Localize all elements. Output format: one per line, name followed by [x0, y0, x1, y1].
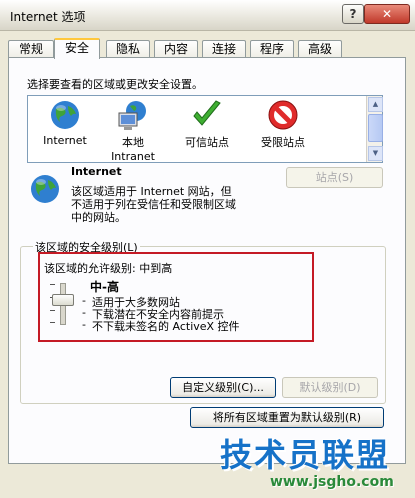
- internet-options-dialog: Internet 选项 ? ✕ 常规 安全 隐私 内容 连接 程序 高级 选择要…: [0, 0, 415, 498]
- selected-zone-globe-icon: [31, 175, 59, 203]
- zone-restricted-sites[interactable]: 受限站点: [250, 98, 316, 150]
- tab-general[interactable]: 常规: [8, 40, 54, 57]
- zone-label-intranet-line1: 本地: [122, 136, 144, 149]
- level-name: 中-高: [90, 280, 119, 294]
- watermark-logo: 技术员联盟 www.jsgho.com: [200, 430, 412, 498]
- zone-label-internet: Internet: [43, 134, 87, 147]
- allowed-level-label: 该区域的允许级别: 中到高: [44, 262, 173, 275]
- zone-label-trusted: 可信站点: [185, 136, 229, 149]
- scroll-up-icon[interactable]: ▲: [368, 97, 383, 112]
- custom-level-button[interactable]: 自定义级别(C)...: [170, 377, 276, 398]
- sites-button[interactable]: 站点(S): [286, 167, 383, 188]
- zone-trusted-sites[interactable]: 可信站点: [174, 98, 240, 150]
- tab-programs[interactable]: 程序: [250, 40, 294, 57]
- window-title: Internet 选项: [10, 10, 86, 24]
- checkmark-icon: [193, 100, 221, 126]
- help-button[interactable]: ?: [342, 4, 364, 24]
- zone-label-restricted: 受限站点: [261, 136, 305, 149]
- zones-prompt: 选择要查看的区域或更改安全设置。: [27, 78, 203, 91]
- zone-label-intranet-line2: Intranet: [111, 150, 155, 163]
- tab-security[interactable]: 安全: [54, 38, 100, 59]
- zone-internet[interactable]: Internet: [32, 98, 98, 147]
- tab-connections[interactable]: 连接: [202, 40, 246, 57]
- zone-list[interactable]: Internet 本地 Intranet 可信站点 受限站点 ▲ ▼: [27, 95, 383, 163]
- close-button[interactable]: ✕: [364, 4, 410, 24]
- level-bullet-3: 不下载未签名的 ActiveX 控件: [82, 318, 240, 334]
- selected-zone-name: Internet: [71, 165, 122, 178]
- globe-icon: [51, 101, 79, 129]
- no-entry-icon: [268, 100, 298, 130]
- reset-all-zones-button[interactable]: 将所有区域重置为默认级别(R): [190, 407, 384, 428]
- zone-list-scrollbar[interactable]: ▲ ▼: [366, 96, 383, 162]
- title-bar[interactable]: Internet 选项 ? ✕: [0, 0, 415, 31]
- scroll-down-icon[interactable]: ▼: [368, 146, 383, 161]
- scroll-thumb[interactable]: [368, 114, 383, 142]
- watermark-url: www.jsgho.com: [270, 474, 394, 490]
- zone-description-line3: 中的网站。: [71, 211, 126, 224]
- tab-content[interactable]: 内容: [154, 40, 198, 57]
- default-level-button[interactable]: 默认级别(D): [282, 377, 378, 398]
- security-slider-thumb[interactable]: [52, 294, 74, 306]
- tab-advanced[interactable]: 高级: [298, 40, 342, 57]
- tab-privacy[interactable]: 隐私: [106, 40, 150, 57]
- zone-local-intranet[interactable]: 本地 Intranet: [100, 98, 166, 163]
- watermark-title: 技术员联盟: [220, 436, 391, 474]
- network-computer-icon: [118, 101, 146, 130]
